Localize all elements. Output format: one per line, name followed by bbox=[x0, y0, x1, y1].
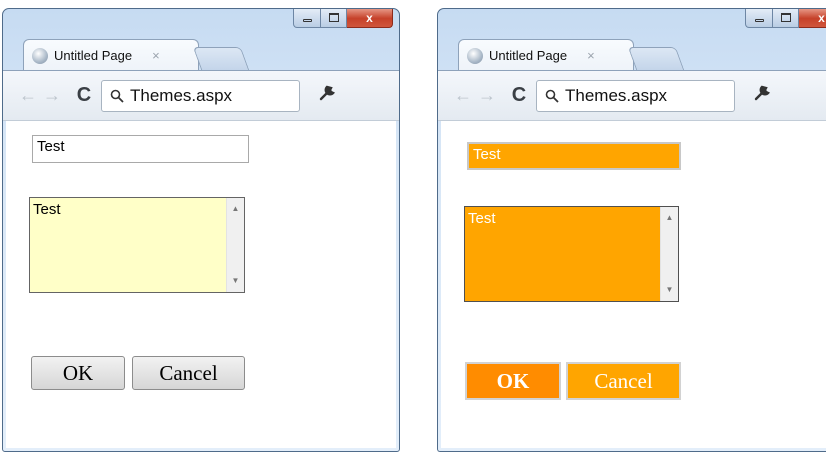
wrench-icon[interactable] bbox=[753, 84, 771, 107]
minimize-button[interactable] bbox=[745, 9, 773, 28]
minimize-icon bbox=[302, 19, 312, 22]
list-box[interactable]: Test ▲ ▼ bbox=[464, 206, 679, 302]
list-box-scrollbar[interactable]: ▲ ▼ bbox=[226, 198, 244, 292]
maximize-button[interactable] bbox=[773, 9, 799, 28]
close-icon: x bbox=[818, 10, 825, 25]
browser-window-default-theme: x Untitled Page × ← → C Themes.aspx Test… bbox=[2, 8, 400, 452]
address-bar[interactable]: Themes.aspx bbox=[536, 79, 735, 112]
forward-arrow-icon[interactable]: → bbox=[476, 85, 498, 106]
globe-icon bbox=[32, 47, 48, 64]
cancel-button[interactable]: Cancel bbox=[132, 356, 245, 390]
search-icon bbox=[545, 89, 559, 103]
browser-tab[interactable]: Untitled Page × bbox=[23, 39, 199, 71]
browser-toolbar: ← → C Themes.aspx bbox=[438, 70, 826, 121]
close-window-button[interactable]: x bbox=[799, 9, 826, 28]
scroll-up-arrow-icon[interactable]: ▲ bbox=[661, 209, 678, 227]
address-bar[interactable]: Themes.aspx bbox=[101, 79, 300, 112]
list-box-scrollbar[interactable]: ▲ ▼ bbox=[660, 207, 678, 301]
caption-buttons: x bbox=[293, 9, 393, 28]
close-window-button[interactable]: x bbox=[347, 9, 393, 28]
maximize-icon bbox=[328, 13, 339, 22]
back-arrow-icon[interactable]: ← bbox=[17, 85, 39, 106]
list-box-item[interactable]: Test bbox=[33, 201, 61, 218]
tab-title: Untitled Page bbox=[489, 48, 568, 63]
list-box-item[interactable]: Test bbox=[468, 210, 496, 227]
browser-tab[interactable]: Untitled Page × bbox=[458, 39, 634, 71]
address-text: Themes.aspx bbox=[565, 85, 668, 105]
tab-title: Untitled Page bbox=[54, 48, 133, 63]
cancel-button[interactable]: Cancel bbox=[566, 362, 681, 400]
new-tab-button[interactable] bbox=[627, 47, 685, 70]
browser-window-orange-theme: x Untitled Page × ← → C Themes.aspx Test… bbox=[437, 8, 826, 452]
minimize-button[interactable] bbox=[293, 9, 321, 28]
ok-button[interactable]: OK bbox=[465, 362, 561, 400]
page-content: Test Test ▲ ▼ OK Cancel bbox=[6, 121, 396, 448]
scroll-up-arrow-icon[interactable]: ▲ bbox=[227, 200, 244, 218]
forward-arrow-icon[interactable]: → bbox=[41, 85, 63, 106]
search-icon bbox=[110, 89, 124, 103]
page-content: Test Test ▲ ▼ OK Cancel bbox=[441, 121, 826, 448]
new-tab-button[interactable] bbox=[192, 47, 250, 70]
reload-icon[interactable]: C bbox=[508, 84, 530, 107]
wrench-icon[interactable] bbox=[318, 84, 336, 107]
maximize-icon bbox=[780, 13, 791, 22]
reload-icon[interactable]: C bbox=[73, 84, 95, 107]
text-box[interactable]: Test bbox=[467, 142, 681, 170]
list-box[interactable]: Test ▲ ▼ bbox=[29, 197, 245, 293]
close-icon: x bbox=[366, 10, 373, 25]
tab-close-icon[interactable]: × bbox=[152, 48, 160, 63]
text-box[interactable]: Test bbox=[32, 135, 249, 163]
scroll-down-arrow-icon[interactable]: ▼ bbox=[227, 272, 244, 290]
minimize-icon bbox=[754, 19, 764, 22]
globe-icon bbox=[467, 47, 483, 64]
back-arrow-icon[interactable]: ← bbox=[452, 85, 474, 106]
browser-toolbar: ← → C Themes.aspx bbox=[3, 70, 399, 121]
scroll-down-arrow-icon[interactable]: ▼ bbox=[661, 281, 678, 299]
caption-buttons: x bbox=[745, 9, 826, 28]
address-text: Themes.aspx bbox=[130, 85, 233, 105]
ok-button[interactable]: OK bbox=[31, 356, 125, 390]
tab-close-icon[interactable]: × bbox=[587, 48, 595, 63]
maximize-button[interactable] bbox=[321, 9, 347, 28]
